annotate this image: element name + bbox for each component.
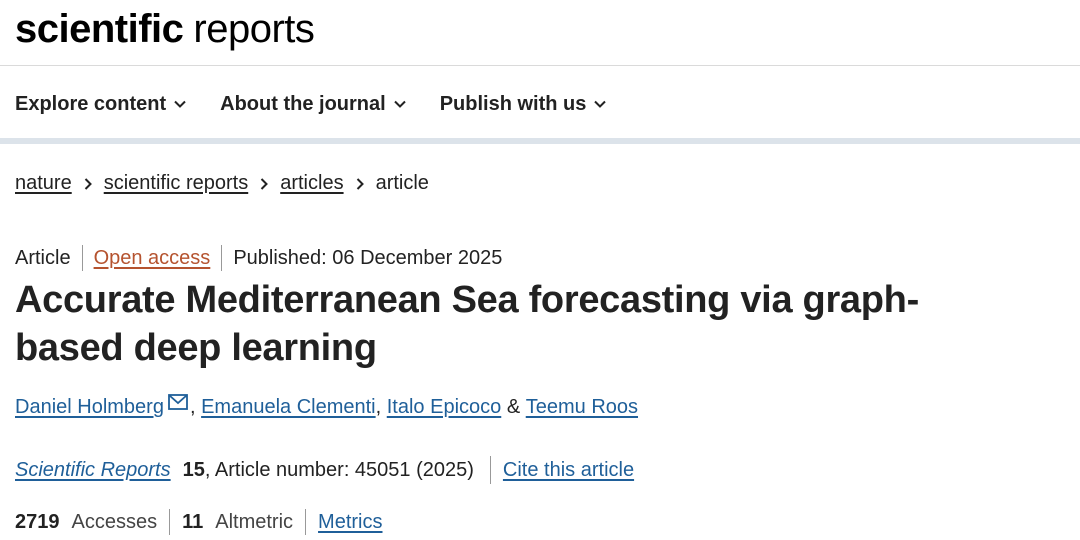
citation-divider: [489, 456, 491, 484]
published-date: Published: 06 December 2025: [233, 246, 503, 269]
author-link[interactable]: Teemu Roos: [526, 396, 638, 419]
article-meta: Article Open access Published: 06 Decemb…: [15, 245, 502, 271]
breadcrumb: nature scientific reports articles artic…: [15, 172, 429, 195]
article-title: Accurate Mediterranean Sea forecasting v…: [15, 279, 919, 369]
volume-number: 15: [182, 458, 205, 481]
logo-light: reports: [193, 7, 315, 51]
mail-icon[interactable]: [168, 393, 188, 410]
meta-divider: [221, 245, 223, 271]
altmetric-count: 11: [182, 510, 204, 533]
accesses-label: Accesses: [71, 510, 158, 533]
logo-bold: scientific: [15, 7, 184, 51]
nav-underline-bar: [0, 138, 1080, 144]
author-separator: ,: [189, 396, 196, 418]
main-nav: Explore content About the journal Publis…: [15, 84, 640, 124]
chevron-down-icon: [594, 100, 607, 108]
author-separator: ,: [375, 396, 382, 418]
open-access-link[interactable]: Open access: [94, 247, 211, 270]
breadcrumb-articles[interactable]: articles: [280, 172, 343, 195]
nav-label: Publish with us: [439, 92, 587, 115]
accesses-count: 2719: [15, 510, 60, 533]
chevron-down-icon: [393, 100, 406, 108]
metrics-link[interactable]: Metrics: [318, 511, 382, 534]
altmetric-label: Altmetric: [215, 510, 294, 533]
metrics-divider: [305, 509, 307, 535]
nav-label: About the journal: [220, 92, 386, 115]
breadcrumb-nature[interactable]: nature: [15, 172, 72, 195]
chevron-down-icon: [174, 100, 186, 108]
author-link[interactable]: Emanuela Clementi: [201, 396, 376, 419]
author-link[interactable]: Italo Epicoco: [387, 396, 502, 419]
nav-label: Explore content: [15, 92, 167, 115]
citation-line: Scientific Reports 15 , Article number: …: [15, 456, 634, 484]
author-separator: &: [506, 396, 521, 418]
header-divider: [0, 65, 1080, 66]
author-link[interactable]: Daniel Holmberg: [15, 396, 164, 419]
article-metrics: 2719 Accesses 11 Altmetric Metrics: [15, 509, 383, 535]
nav-about-journal[interactable]: About the journal: [220, 93, 406, 116]
cite-article-link[interactable]: Cite this article: [503, 459, 634, 482]
breadcrumb-scientific-reports[interactable]: scientific reports: [104, 172, 249, 195]
article-number: , Article number: 45051 (2025): [204, 458, 474, 481]
chevron-right-icon: [260, 177, 269, 190]
article-type: Article: [15, 246, 71, 269]
chevron-right-icon: [356, 177, 364, 190]
metrics-divider: [169, 509, 171, 535]
site-logo[interactable]: scientific reports: [15, 4, 315, 54]
journal-link[interactable]: Scientific Reports: [15, 459, 171, 482]
author-list: Daniel Holmberg , Emanuela Clementi , It…: [15, 393, 638, 419]
breadcrumb-current: article: [375, 172, 429, 194]
chevron-right-icon: [84, 177, 92, 190]
nav-publish-with-us[interactable]: Publish with us: [440, 93, 607, 116]
meta-divider: [81, 245, 83, 271]
nav-explore-content[interactable]: Explore content: [15, 93, 186, 116]
